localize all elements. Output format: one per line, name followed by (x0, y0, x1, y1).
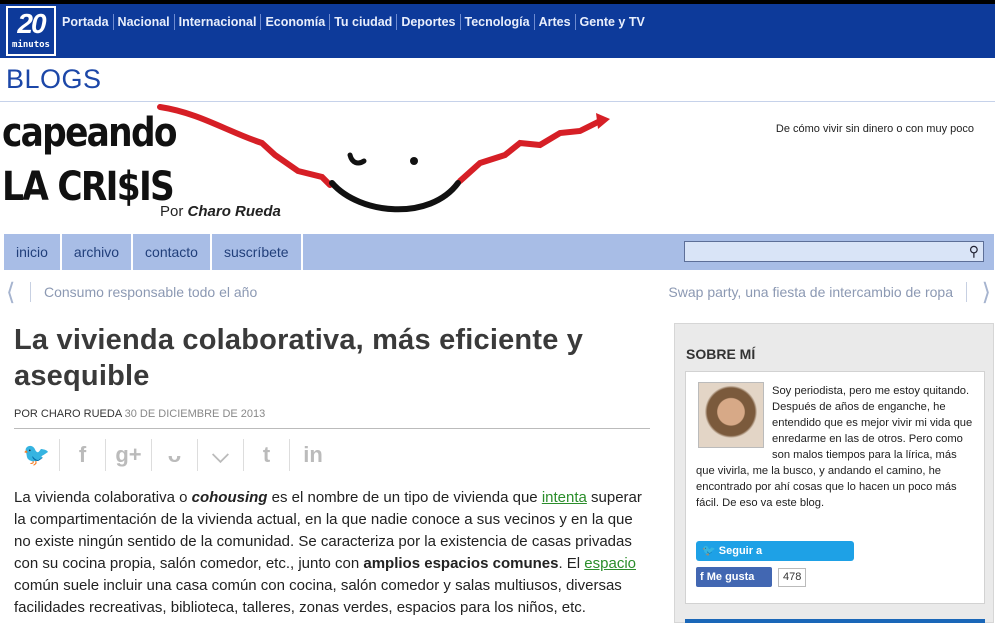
blog-logo-line2[interactable]: LA CRI$IS (2, 165, 175, 209)
divider (14, 428, 650, 429)
smile-eye-left (347, 152, 367, 166)
search-input[interactable]: ⚲ (684, 241, 984, 262)
facebook-like-count: 478 (778, 568, 807, 587)
smile-mouth (329, 180, 461, 213)
nav-link-gente-y-tv[interactable]: Gente y TV (576, 14, 649, 30)
blog-header-banner: capeando LA CRI$IS Por Charo Rueda De có… (0, 103, 995, 233)
nav-link-deportes[interactable]: Deportes (397, 14, 461, 30)
nav-link-artes[interactable]: Artes (535, 14, 576, 30)
facebook-icon: f (700, 571, 704, 583)
post-date: 30 DE DICIEMBRE DE 2013 (124, 408, 266, 420)
section-links: Portada Nacional Internacional Economía … (58, 14, 649, 30)
post-body: La vivienda colaborativa o cohousing es … (14, 487, 650, 619)
facebook-like-button[interactable]: f Me gusta (696, 567, 772, 587)
tumblr-icon[interactable]: t (244, 439, 290, 471)
blogs-title[interactable]: BLOGS (6, 64, 102, 95)
facebook-icon[interactable]: f (60, 439, 106, 471)
byline-author: Charo Rueda (187, 203, 281, 220)
body-text: La vivienda colaborativa o (14, 489, 192, 506)
divider (966, 282, 967, 302)
byline-prefix: Por (160, 203, 184, 220)
chevron-right-icon[interactable]: ⟩ (982, 278, 991, 307)
article: La vivienda colaborativa, más eficiente … (14, 322, 654, 619)
nav-link-nacional[interactable]: Nacional (114, 14, 175, 30)
nav-link-portada[interactable]: Portada (58, 14, 114, 30)
banner-byline: Por Charo Rueda (160, 203, 281, 220)
divider (30, 282, 31, 302)
post-title[interactable]: La vivienda colaborativa, más eficiente … (14, 322, 654, 394)
nav-link-tecnologia[interactable]: Tecnología (461, 14, 535, 30)
chevron-left-icon[interactable]: ⟨ (6, 278, 15, 307)
post-meta: POR CHARO RUEDA 30 DE DICIEMBRE DE 2013 (14, 408, 654, 420)
top-strip (0, 0, 995, 4)
menu-item-archivo[interactable]: archivo (62, 234, 134, 270)
body-text: es el nombre de un tipo de vivienda que (267, 489, 542, 506)
blogs-band: BLOGS (0, 58, 995, 102)
red-trend-line-left (157, 104, 333, 188)
body-link-espacio[interactable]: espacio (584, 555, 636, 572)
meneame-icon[interactable]: ᴗ (152, 439, 198, 471)
red-trend-line-right (457, 118, 603, 184)
sidebar: SOBRE MÍ Soy periodista, pero me estoy q… (674, 323, 994, 623)
blog-tagline: De cómo vivir sin dinero o con muy poco (775, 123, 974, 135)
body-text: . El (558, 555, 585, 572)
avatar (698, 382, 764, 448)
page: 20 minutos Portada Nacional Internaciona… (0, 0, 995, 623)
about-me-card: Soy periodista, pero me estoy quitando. … (685, 371, 985, 604)
post-navigation: ⟨ Consumo responsable todo el año Swap p… (0, 274, 995, 310)
top-navigation-bar: 20 minutos Portada Nacional Internaciona… (0, 0, 995, 58)
blog-logo-line1[interactable]: capeando (2, 111, 177, 155)
googleplus-icon[interactable]: g+ (106, 439, 152, 471)
menu-item-contacto[interactable]: contacto (133, 234, 212, 270)
facebook-like-label: Me gusta (706, 571, 755, 583)
smile-eye-right (410, 157, 418, 165)
site-logo[interactable]: 20 minutos (6, 6, 56, 56)
post-author[interactable]: POR CHARO RUEDA (14, 408, 122, 420)
linkedin-icon[interactable]: in (290, 439, 336, 471)
twitter-follow-button[interactable]: 🐦 Seguir a @Chapiescarlata (696, 541, 854, 577)
body-link-intenta[interactable]: intenta (542, 489, 587, 506)
menu-item-inicio[interactable]: inicio (4, 234, 62, 270)
body-text: común suele incluir una casa común con c… (14, 577, 622, 616)
sidebar-title: SOBRE MÍ (686, 346, 756, 362)
share-bar: 🐦 f g+ ᴗ ⌵ t in (14, 437, 654, 473)
search-icon[interactable]: ⚲ (969, 243, 979, 260)
previous-post-link[interactable]: Consumo responsable todo el año (44, 284, 257, 300)
body-strong: amplios espacios comunes (363, 555, 559, 572)
body-emphasis: cohousing (191, 489, 268, 506)
sidebar-next-widget (685, 619, 985, 623)
logo-word: minutos (12, 40, 50, 50)
nav-link-internacional[interactable]: Internacional (175, 14, 262, 30)
next-post-link[interactable]: Swap party, una fiesta de intercambio de… (668, 284, 953, 300)
menu-item-suscribete[interactable]: suscríbete (212, 234, 303, 270)
red-arrow-head (596, 113, 610, 129)
blog-menu: inicio archivo contacto suscríbete ⚲ (4, 234, 994, 270)
nav-link-tu-ciudad[interactable]: Tu ciudad (330, 14, 398, 30)
logo-number: 20 (17, 8, 46, 39)
pocket-icon[interactable]: ⌵ (198, 439, 244, 471)
nav-link-economia[interactable]: Economía (261, 14, 331, 30)
twitter-bird-icon: 🐦 (702, 545, 716, 557)
twitter-icon[interactable]: 🐦 (14, 439, 60, 471)
